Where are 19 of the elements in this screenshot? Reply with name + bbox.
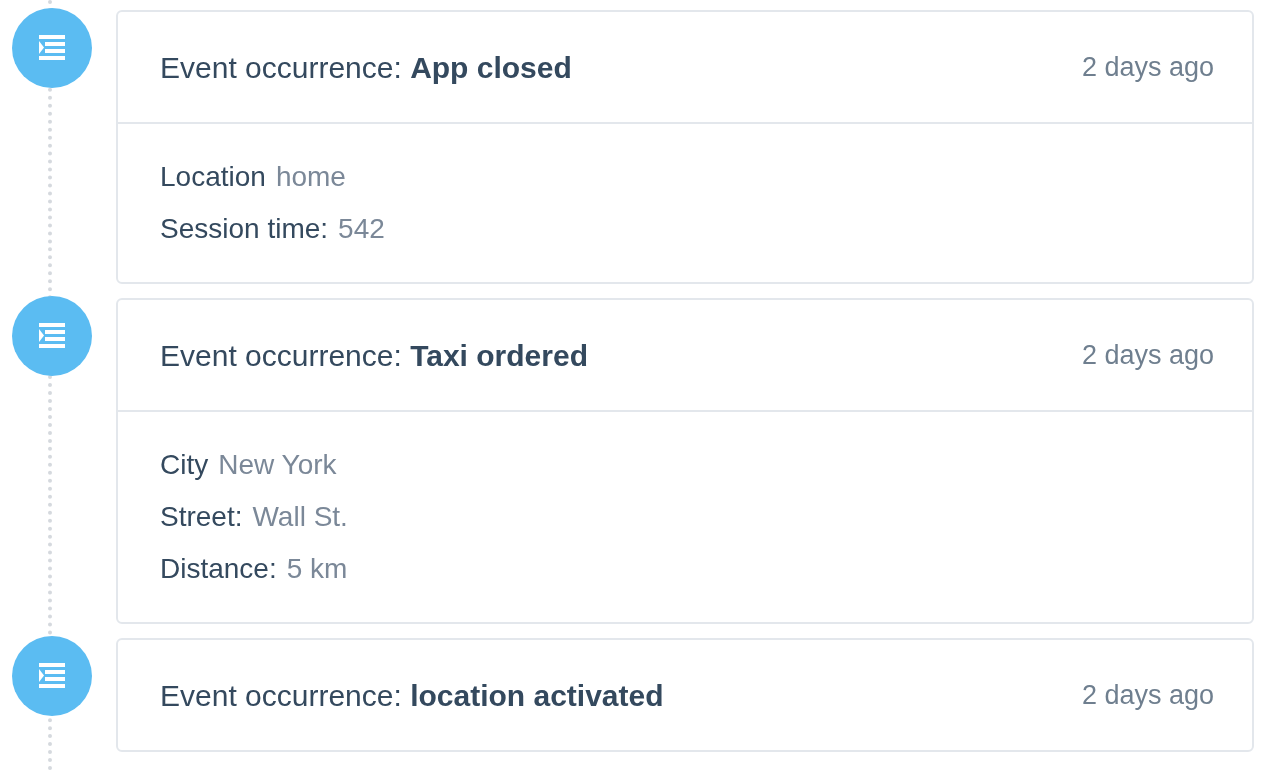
- detail-label: City: [160, 448, 209, 482]
- detail-value: 5 km: [286, 552, 348, 586]
- event-title: Event occurrence: Taxi ordered: [160, 337, 588, 374]
- detail-value: home: [275, 160, 346, 194]
- list-icon: [12, 8, 92, 88]
- detail-label: Location: [160, 160, 266, 194]
- detail-label: Distance:: [160, 552, 277, 586]
- event-time: 2 days ago: [1081, 50, 1214, 84]
- event-time: 2 days ago: [1081, 678, 1214, 712]
- event-title: Event occurrence: location activated: [160, 677, 664, 714]
- detail-label: Street:: [160, 500, 243, 534]
- detail-value: New York: [218, 448, 337, 482]
- list-icon: [12, 296, 92, 376]
- event-title: Event occurrence: App closed: [160, 49, 572, 86]
- detail-label: Session time:: [160, 212, 329, 246]
- detail-value: Wall St.: [252, 500, 348, 534]
- detail-value: 542: [338, 212, 385, 246]
- list-icon: [12, 636, 92, 716]
- event-time: 2 days ago: [1081, 338, 1214, 372]
